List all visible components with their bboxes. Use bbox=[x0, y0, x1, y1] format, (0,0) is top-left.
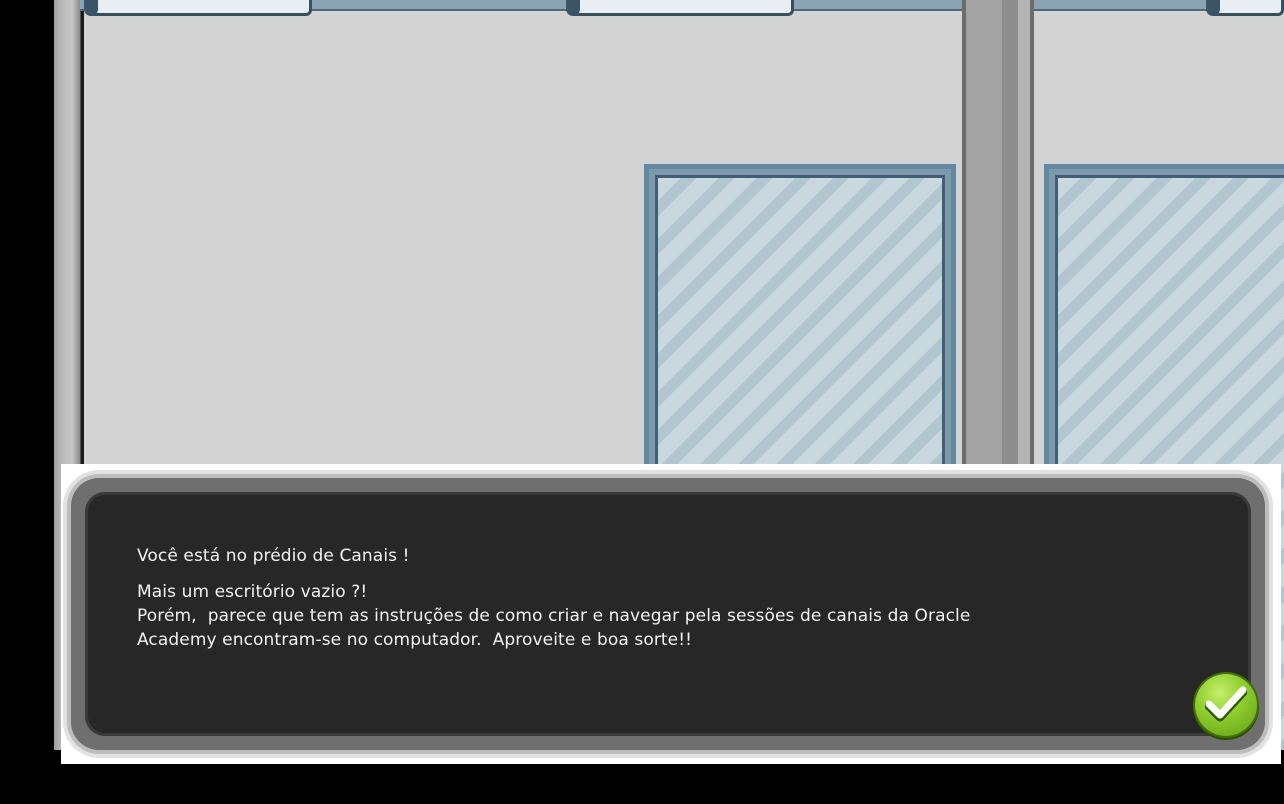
dialog-text: Você está no prédio de Canais ! Mais um … bbox=[137, 544, 1177, 652]
dialog-line-good-luck: Academy encontram-se no computador. Apro… bbox=[137, 630, 693, 650]
dialog-line-location: Você está no prédio de Canais ! bbox=[137, 546, 410, 566]
dialog-line-empty-office: Mais um escritório vazio ?! bbox=[137, 582, 368, 602]
dialog-panel: Você está no prédio de Canais ! Mais um … bbox=[61, 464, 1281, 764]
checkmark-icon bbox=[1205, 686, 1247, 722]
game-stage: Você está no prédio de Canais ! Mais um … bbox=[0, 0, 1284, 804]
confirm-button[interactable] bbox=[1195, 674, 1257, 736]
ceiling-light-cap bbox=[84, 0, 98, 16]
ceiling-light bbox=[86, 0, 312, 16]
ceiling-light-cap bbox=[1206, 0, 1220, 16]
dialog-line-instructions: Porém, parece que tem as instruções de c… bbox=[137, 606, 971, 626]
ceiling-light-cap bbox=[566, 0, 580, 16]
dialog-box: Você está no prédio de Canais ! Mais um … bbox=[85, 492, 1257, 736]
ceiling-light bbox=[568, 0, 794, 16]
dialog-frame: Você está no prédio de Canais ! Mais um … bbox=[71, 478, 1265, 750]
